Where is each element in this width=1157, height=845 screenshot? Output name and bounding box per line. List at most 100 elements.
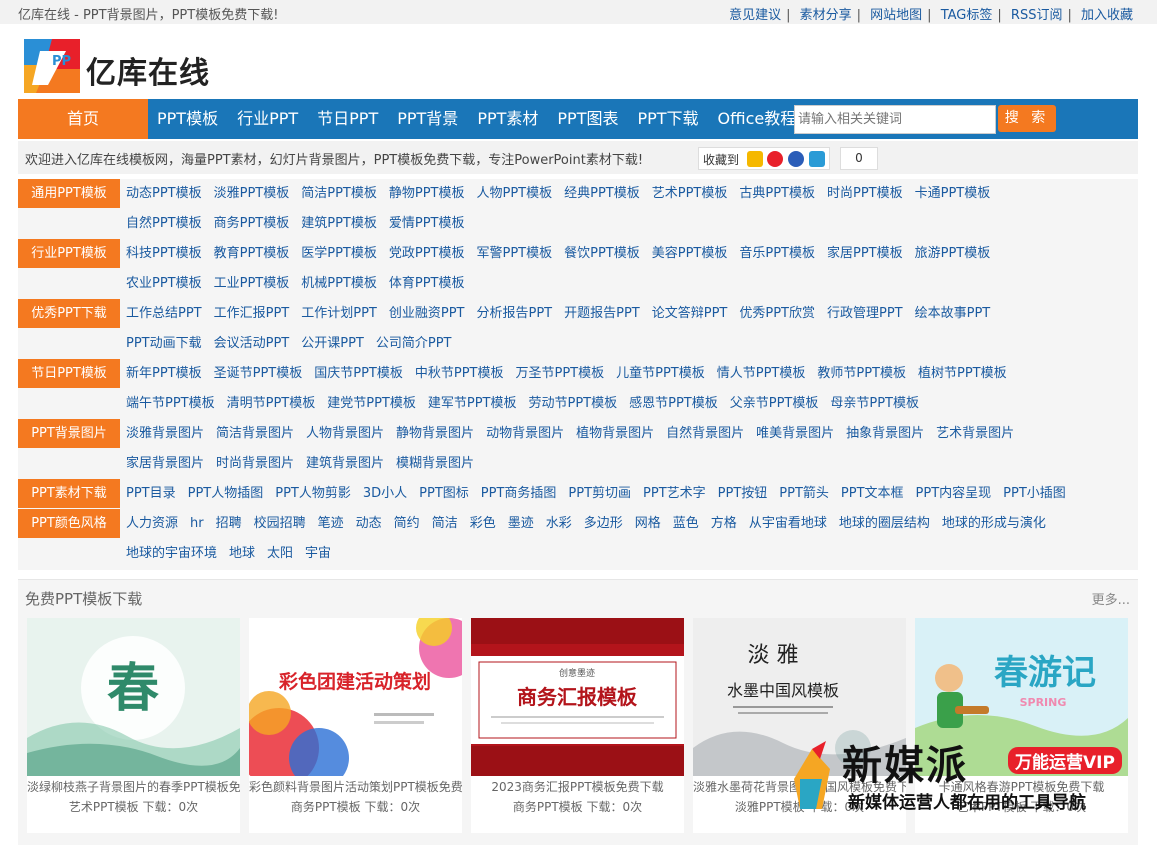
card-title[interactable]: 2023商务汇报PPT模板免费下载 (471, 778, 684, 795)
category-link[interactable]: PPT目录 (126, 479, 176, 509)
category-link[interactable]: 工作总结PPT (126, 299, 202, 329)
category-link[interactable]: 静物PPT模板 (389, 179, 465, 209)
category-link[interactable]: 人物背景图片 (306, 419, 384, 449)
category-link[interactable]: hr (190, 509, 204, 539)
nav-item[interactable]: PPT下载 (637, 99, 698, 139)
category-link[interactable]: 军警PPT模板 (477, 239, 553, 269)
category-link[interactable]: 从宇宙看地球 (749, 509, 827, 539)
category-link[interactable]: PPT箭头 (779, 479, 829, 509)
template-card[interactable]: 春 淡绿柳枝燕子背景图片的春季PPT模板免 艺术PPT模板 下载：0次 (27, 618, 240, 833)
category-link[interactable]: PPT动画下载 (126, 329, 202, 359)
category-link[interactable]: 经典PPT模板 (564, 179, 640, 209)
category-link[interactable]: 开题报告PPT (564, 299, 640, 329)
category-link[interactable]: 万圣节PPT模板 (516, 359, 605, 389)
category-link[interactable]: 地球 (229, 539, 255, 569)
category-link[interactable]: PPT小插图 (1003, 479, 1066, 509)
category-link[interactable]: PPT内容呈现 (916, 479, 992, 509)
category-link[interactable]: 时尚背景图片 (216, 449, 294, 479)
card-title[interactable]: 淡绿柳枝燕子背景图片的春季PPT模板免 (27, 778, 240, 795)
nav-item[interactable]: 节日PPT (317, 99, 378, 139)
category-link[interactable]: PPT艺术字 (643, 479, 706, 509)
category-link[interactable]: 党政PPT模板 (389, 239, 465, 269)
category-label[interactable]: PPT颜色风格 (18, 509, 120, 538)
category-link[interactable]: 爱情PPT模板 (389, 209, 465, 239)
category-link[interactable]: 父亲节PPT模板 (730, 389, 819, 419)
category-link[interactable]: 体育PPT模板 (389, 269, 465, 299)
template-card[interactable]: 创意墨迹 商务汇报模板 2023商务汇报PPT模板免费下载 商务PPT模板 下载：… (471, 618, 684, 833)
baidu-icon[interactable] (788, 151, 804, 167)
category-link[interactable]: 新年PPT模板 (126, 359, 202, 389)
category-link[interactable]: 抽象背景图片 (846, 419, 924, 449)
category-link[interactable]: 会议活动PPT (214, 329, 290, 359)
category-label[interactable]: 优秀PPT下载 (18, 299, 120, 328)
category-link[interactable]: 建筑背景图片 (306, 449, 384, 479)
weibo-icon[interactable] (767, 151, 783, 167)
category-link[interactable]: 简洁PPT模板 (301, 179, 377, 209)
category-link[interactable]: 旅游PPT模板 (915, 239, 991, 269)
card-title[interactable]: 彩色颜料背景图片活动策划PPT模板免费 (249, 778, 462, 795)
category-link[interactable]: 动物背景图片 (486, 419, 564, 449)
category-link[interactable]: 太阳 (267, 539, 293, 569)
category-link[interactable]: PPT人物剪影 (275, 479, 351, 509)
category-link[interactable]: 家居PPT模板 (827, 239, 903, 269)
category-link[interactable]: 植物背景图片 (576, 419, 654, 449)
category-link[interactable]: 工业PPT模板 (214, 269, 290, 299)
category-link[interactable]: 模糊背景图片 (396, 449, 474, 479)
category-link[interactable]: PPT按钮 (718, 479, 768, 509)
category-link[interactable]: 3D小人 (363, 479, 407, 509)
category-link[interactable]: 餐饮PPT模板 (564, 239, 640, 269)
tags-link[interactable]: TAG标签 (941, 8, 993, 23)
category-label[interactable]: 行业PPT模板 (18, 239, 120, 268)
category-link[interactable]: 音乐PPT模板 (739, 239, 815, 269)
template-card[interactable]: 彩色团建活动策划 彩色颜料背景图片活动策划PPT模板免费 商务PPT模板 下载：0… (249, 618, 462, 833)
category-link[interactable]: PPT人物插图 (188, 479, 264, 509)
category-link[interactable]: 科技PPT模板 (126, 239, 202, 269)
category-link[interactable]: 淡雅PPT模板 (214, 179, 290, 209)
category-link[interactable]: 建筑PPT模板 (301, 209, 377, 239)
category-link[interactable]: 母亲节PPT模板 (830, 389, 919, 419)
category-link[interactable]: 公司简介PPT (376, 329, 452, 359)
category-link[interactable]: 水彩 (546, 509, 572, 539)
category-link[interactable]: 教师节PPT模板 (817, 359, 906, 389)
rss-link[interactable]: RSS订阅 (1011, 8, 1063, 23)
nav-home[interactable]: 首页 (18, 99, 148, 139)
site-logo[interactable]: PP 亿库在线 (20, 35, 230, 97)
nav-item[interactable]: PPT背景 (397, 99, 458, 139)
category-label[interactable]: 通用PPT模板 (18, 179, 120, 208)
category-link[interactable]: 多边形 (584, 509, 623, 539)
category-link[interactable]: PPT图标 (419, 479, 469, 509)
category-link[interactable]: 工作计划PPT (301, 299, 377, 329)
category-link[interactable]: 地球的圈层结构 (839, 509, 930, 539)
category-link[interactable]: 静物背景图片 (396, 419, 474, 449)
category-link[interactable]: 笔迹 (318, 509, 344, 539)
category-link[interactable]: 网格 (635, 509, 661, 539)
category-link[interactable]: 艺术背景图片 (936, 419, 1014, 449)
category-link[interactable]: 地球的宇宙环境 (126, 539, 217, 569)
nav-item[interactable]: PPT模板 (157, 99, 218, 139)
category-link[interactable]: 论文答辩PPT (652, 299, 728, 329)
share-icon[interactable] (809, 151, 825, 167)
category-link[interactable]: 感恩节PPT模板 (629, 389, 718, 419)
category-link[interactable]: 创业融资PPT (389, 299, 465, 329)
category-link[interactable]: 艺术PPT模板 (652, 179, 728, 209)
category-link[interactable]: 美容PPT模板 (652, 239, 728, 269)
category-link[interactable]: 校园招聘 (254, 509, 306, 539)
category-link[interactable]: 简洁背景图片 (216, 419, 294, 449)
category-link[interactable]: 植树节PPT模板 (918, 359, 1007, 389)
category-link[interactable]: 古典PPT模板 (739, 179, 815, 209)
category-link[interactable]: 清明节PPT模板 (227, 389, 316, 419)
category-link[interactable]: 分析报告PPT (477, 299, 553, 329)
nav-item[interactable]: PPT图表 (557, 99, 618, 139)
category-link[interactable]: 中秋节PPT模板 (415, 359, 504, 389)
category-link[interactable]: 优秀PPT欣赏 (739, 299, 815, 329)
category-link[interactable]: 建党节PPT模板 (327, 389, 416, 419)
category-link[interactable]: PPT商务插图 (481, 479, 557, 509)
category-link[interactable]: 绘本故事PPT (915, 299, 991, 329)
category-link[interactable]: 自然背景图片 (666, 419, 744, 449)
category-link[interactable]: 家居背景图片 (126, 449, 204, 479)
category-link[interactable]: 唯美背景图片 (756, 419, 834, 449)
category-link[interactable]: 情人节PPT模板 (717, 359, 806, 389)
nav-item[interactable]: 行业PPT (237, 99, 298, 139)
category-link[interactable]: 儿童节PPT模板 (616, 359, 705, 389)
category-link[interactable]: 医学PPT模板 (301, 239, 377, 269)
